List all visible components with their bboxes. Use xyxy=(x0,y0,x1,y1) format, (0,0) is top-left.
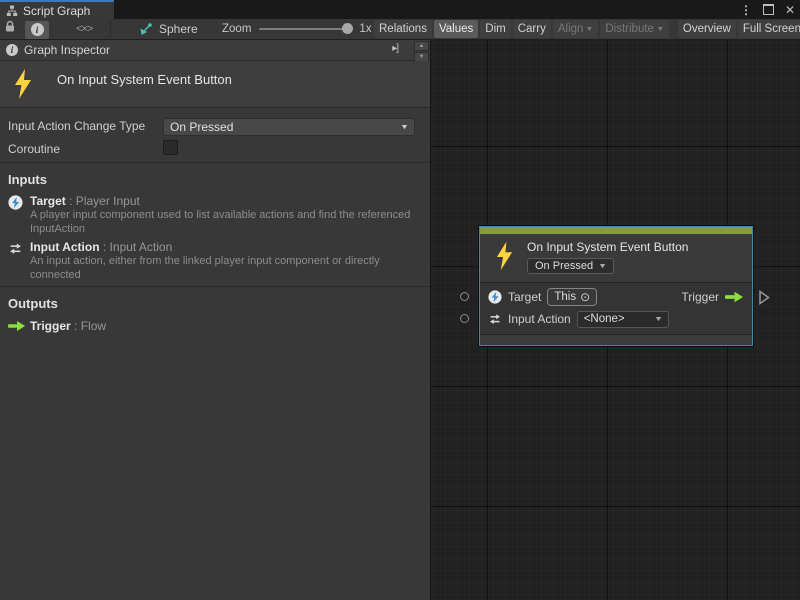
port-name: Input Action xyxy=(30,240,100,254)
node-title: On Input System Event Button xyxy=(527,240,688,254)
input-action-icon xyxy=(488,312,502,326)
port-description: An input action, either from the linked … xyxy=(30,255,427,282)
dock-panel-icon[interactable]: ▸] xyxy=(392,43,398,54)
info-icon: i xyxy=(31,23,44,36)
outputs-section: Outputs Trigger : Flow xyxy=(0,287,430,377)
overview-button[interactable]: Overview xyxy=(678,20,736,38)
outputs-heading: Outputs xyxy=(8,296,58,311)
lock-icon[interactable] xyxy=(4,20,16,38)
change-type-label: Input Action Change Type xyxy=(8,119,145,133)
window-tab-bar: Script Graph ⋮ ✕ xyxy=(0,0,800,19)
chevron-down-icon: ▼ xyxy=(654,316,663,323)
node-header[interactable]: On Input System Event Button On Pressed … xyxy=(480,234,752,283)
port-description: A player input component used to list av… xyxy=(30,209,427,236)
chevron-down-icon: ▼ xyxy=(598,263,607,270)
toolbar-separator xyxy=(110,21,111,37)
input-action-port-label: Input Action xyxy=(508,312,571,326)
graph-owner-name[interactable]: Sphere xyxy=(159,22,198,36)
window-controls: ⋮ ✕ xyxy=(740,0,795,19)
unit-title-block: On Input System Event Button xyxy=(0,61,430,108)
graph-inspector-panel: i Graph Inspector ▸] ▲ ▼ On Input System… xyxy=(0,40,430,600)
player-input-icon xyxy=(8,195,23,215)
inputs-heading: Inputs xyxy=(8,172,47,187)
target-object-field[interactable]: This ⊙ xyxy=(547,288,597,306)
node-body: Target This ⊙ Trigger xyxy=(480,283,752,334)
player-input-icon xyxy=(488,290,502,304)
event-bolt-icon xyxy=(13,69,33,99)
zoom-label: Zoom xyxy=(222,23,251,35)
input-action-icon xyxy=(8,241,23,261)
event-bolt-icon xyxy=(495,241,514,271)
node-row-input-action: Input Action <None> ▼ xyxy=(488,308,744,330)
inspector-scrollbar: ▲ ▼ xyxy=(414,41,429,62)
port-name: Trigger xyxy=(30,319,71,333)
code-view-icon[interactable]: <×> xyxy=(76,23,92,35)
port-type: : Input Action xyxy=(103,240,172,254)
align-button[interactable]: Align▼ xyxy=(553,20,599,38)
port-type: : Player Input xyxy=(69,194,140,208)
event-color-bar xyxy=(480,227,752,234)
script-graph-asset-icon xyxy=(139,22,153,36)
inputs-section: Inputs Target : Player Input A player in… xyxy=(0,163,430,287)
inspector-toggle-button[interactable]: i xyxy=(25,21,49,39)
unit-title: On Input System Event Button xyxy=(57,72,232,87)
inspector-title: Graph Inspector xyxy=(24,43,110,57)
tab-title: Script Graph xyxy=(23,4,90,18)
distribute-button[interactable]: Distribute▼ xyxy=(600,20,669,38)
close-icon[interactable]: ✕ xyxy=(785,3,795,17)
node-row-target: Target This ⊙ Trigger xyxy=(488,286,744,308)
full-screen-button[interactable]: Full Screen xyxy=(738,20,800,38)
flow-port-trigger[interactable] xyxy=(758,290,770,310)
graph-toolbar-buttons: Relations Values Dim Carry Align▼ Distri… xyxy=(374,20,800,38)
graph-toolbar: i <×> Sphere Zoom 1x Relations Values Di… xyxy=(0,19,800,40)
object-picker-icon[interactable]: ⊙ xyxy=(580,292,590,302)
carry-button[interactable]: Carry xyxy=(513,20,551,38)
port-name: Target xyxy=(30,194,66,208)
flow-arrow-icon xyxy=(8,319,26,337)
scroll-up-button[interactable]: ▲ xyxy=(414,41,429,51)
coroutine-label: Coroutine xyxy=(8,142,60,156)
tab-script-graph[interactable]: Script Graph xyxy=(0,0,114,19)
target-port-label: Target xyxy=(508,290,541,304)
change-type-dropdown[interactable]: On Pressed ▼ xyxy=(163,118,415,136)
value-port-input-action[interactable] xyxy=(460,314,469,323)
relations-button[interactable]: Relations xyxy=(374,20,432,38)
chevron-down-icon: ▼ xyxy=(656,26,664,33)
values-button[interactable]: Values xyxy=(434,20,478,38)
port-type: : Flow xyxy=(74,319,106,333)
event-mode-dropdown[interactable]: On Pressed ▼ xyxy=(527,258,614,274)
dim-button[interactable]: Dim xyxy=(480,20,510,38)
graph-canvas[interactable]: On Input System Event Button On Pressed … xyxy=(430,40,800,600)
trigger-port-label: Trigger xyxy=(681,290,719,304)
window-menu-icon[interactable]: ⋮ xyxy=(740,3,752,17)
info-icon: i xyxy=(6,44,18,56)
chevron-down-icon: ▼ xyxy=(400,124,409,131)
unit-settings: Input Action Change Type On Pressed ▼ Co… xyxy=(0,109,430,163)
graph-inspector-header: i Graph Inspector ▸] xyxy=(0,40,430,61)
flow-arrow-icon xyxy=(725,291,744,303)
zoom-slider-handle[interactable] xyxy=(342,23,353,34)
maximize-icon[interactable] xyxy=(763,4,774,15)
zoom-slider[interactable] xyxy=(259,28,351,30)
node-footer xyxy=(480,334,752,345)
input-action-dropdown[interactable]: <None> ▼ xyxy=(577,311,669,328)
event-node[interactable]: On Input System Event Button On Pressed … xyxy=(479,226,753,346)
value-port-target[interactable] xyxy=(460,292,469,301)
coroutine-checkbox[interactable] xyxy=(163,140,178,155)
chevron-down-icon: ▼ xyxy=(586,26,594,33)
graph-hierarchy-icon xyxy=(6,5,18,17)
zoom-value: 1x xyxy=(359,23,371,35)
